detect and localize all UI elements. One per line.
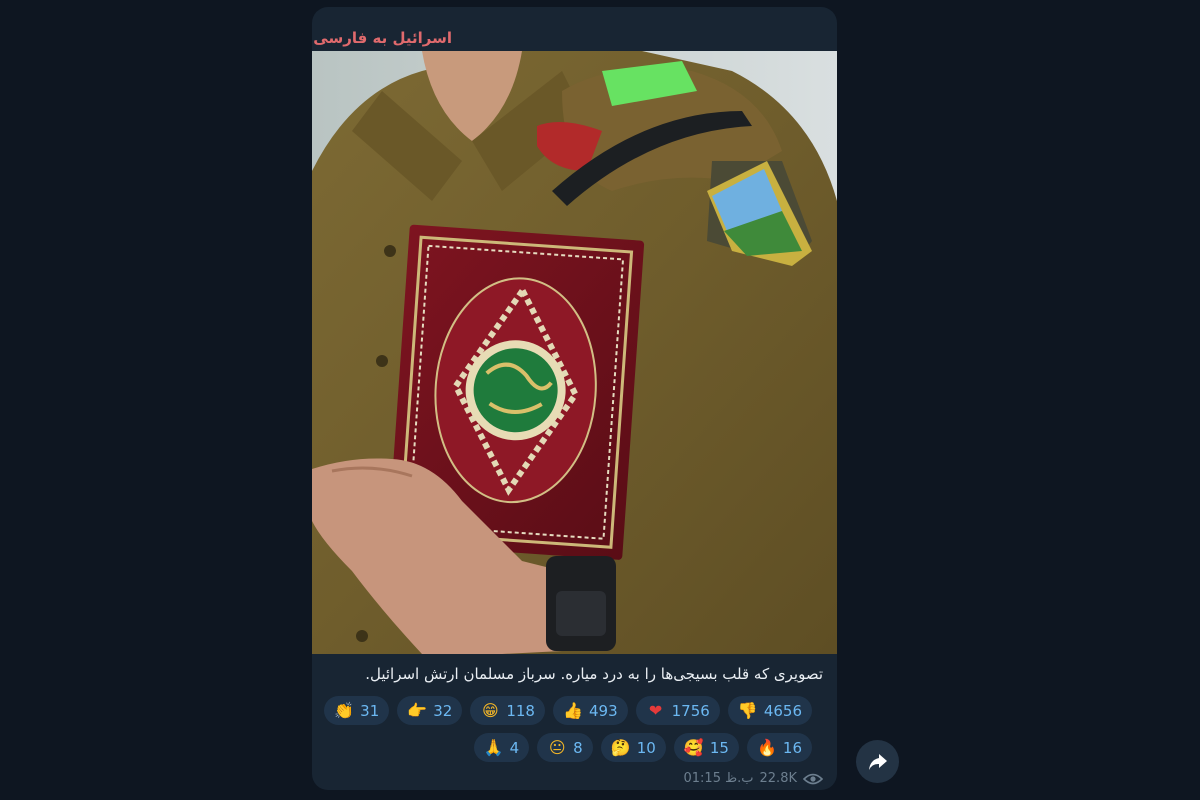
reaction-button[interactable]: 🔥 16 <box>746 733 812 762</box>
reaction-count: 1756 <box>671 701 710 720</box>
pointing-hand-icon: 👉 <box>407 700 428 720</box>
pray-icon: 🙏 <box>483 737 504 757</box>
clap-icon: 👏 <box>334 700 355 720</box>
reaction-button[interactable]: 👉 32 <box>397 696 463 725</box>
thinking-face-icon: 🤔 <box>610 737 631 757</box>
reaction-count: 118 <box>506 701 535 720</box>
smiling-hearts-icon: 🥰 <box>683 737 704 757</box>
thumbs-down-icon: 👎 <box>737 700 758 720</box>
reaction-button[interactable]: 😁 118 <box>470 696 545 725</box>
share-arrow-icon <box>868 753 887 770</box>
reaction-button[interactable]: 👍 493 <box>552 696 628 725</box>
thumbs-up-icon: 👍 <box>563 700 583 720</box>
reaction-count: 4656 <box>763 701 802 720</box>
reaction-button[interactable]: 🥰 15 <box>673 733 739 762</box>
post-photo[interactable] <box>312 51 837 654</box>
post-meta: 01:15 ب.ظ 22.8K <box>683 771 823 786</box>
post-time: 01:15 ب.ظ <box>683 771 754 786</box>
eye-icon <box>803 773 823 784</box>
reaction-count: 493 <box>588 701 618 720</box>
reaction-count: 31 <box>360 701 380 720</box>
reaction-count: 4 <box>509 738 520 757</box>
soldier-holding-quran-image <box>312 51 837 654</box>
view-count: 22.8K <box>759 771 797 786</box>
reaction-count: 10 <box>636 738 656 757</box>
message-bubble: اسرائیل به فارسی <box>312 7 837 790</box>
heart-icon: ❤ <box>648 700 663 720</box>
reaction-count: 8 <box>573 738 583 757</box>
reaction-button[interactable]: ❤ 1756 <box>635 696 720 725</box>
share-button[interactable] <box>856 740 899 783</box>
reaction-button[interactable]: 👎 4656 <box>727 696 812 725</box>
post-caption: تصویری که قلب بسیجی‌ها را به درد میاره. … <box>365 665 823 683</box>
reaction-count: 16 <box>782 738 802 757</box>
reaction-button[interactable]: 😐 8 <box>537 733 593 762</box>
fire-icon: 🔥 <box>756 737 777 757</box>
reaction-button[interactable]: 🙏 4 <box>473 733 530 762</box>
neutral-face-icon: 😐 <box>548 737 566 757</box>
reactions-bar: 👎 4656 ❤ 1756 👍 493 😁 118 👉 32 👏 31 🔥 16 🥰 15 🤔 10 😐 8 🙏 4 <box>322 696 812 762</box>
reaction-button[interactable]: 🤔 10 <box>600 733 666 762</box>
reaction-button[interactable]: 👏 31 <box>324 696 390 725</box>
reaction-count: 32 <box>433 701 453 720</box>
grin-icon: 😁 <box>482 700 499 720</box>
reaction-count: 15 <box>709 738 729 757</box>
channel-name[interactable]: اسرائیل به فارسی <box>313 29 452 47</box>
